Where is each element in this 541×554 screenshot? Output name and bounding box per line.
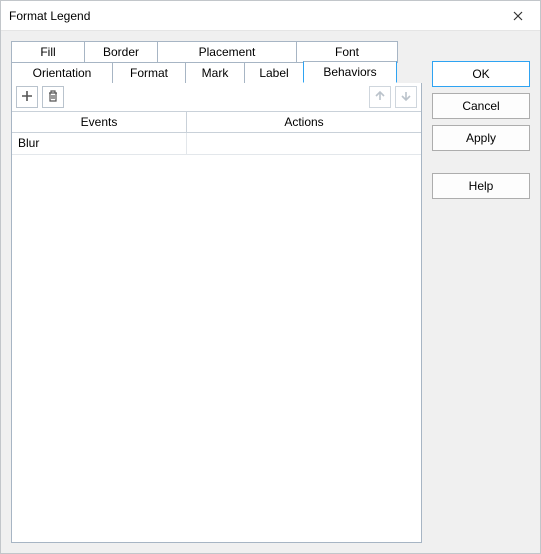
table-body: Blur [12,133,421,542]
tabs: Fill Border Placement Font Orientation F… [11,41,422,84]
close-icon [513,8,523,24]
tab-orientation[interactable]: Orientation [11,62,113,84]
tab-row-2: Orientation Format Mark Label Behaviors [11,62,422,84]
dialog-window: Format Legend Fill Border Placement Font… [0,0,541,554]
cell-event: Blur [12,133,187,154]
column-header-events[interactable]: Events [12,112,187,132]
toolbar [12,83,421,111]
button-column: OK Cancel Apply Help [432,41,530,543]
move-up-button[interactable] [369,86,391,108]
move-down-button[interactable] [395,86,417,108]
tab-panel-behaviors: Events Actions Blur [11,83,422,543]
table-header: Events Actions [12,111,421,133]
help-button[interactable]: Help [432,173,530,199]
tab-placement[interactable]: Placement [157,41,297,63]
cell-action [187,133,421,154]
close-button[interactable] [496,1,540,31]
tab-behaviors[interactable]: Behaviors [303,61,397,83]
cancel-button[interactable]: Cancel [432,93,530,119]
add-button[interactable] [16,86,38,108]
window-title: Format Legend [9,9,90,23]
tab-font[interactable]: Font [296,41,398,63]
table-row[interactable]: Blur [12,133,421,155]
tab-format[interactable]: Format [112,62,186,84]
tab-fill[interactable]: Fill [11,41,85,63]
delete-button[interactable] [42,86,64,108]
client-area: Fill Border Placement Font Orientation F… [1,31,540,553]
arrow-up-icon [373,89,387,106]
column-header-actions[interactable]: Actions [187,112,421,132]
tab-mark[interactable]: Mark [185,62,245,84]
trash-icon [46,89,60,106]
apply-button[interactable]: Apply [432,125,530,151]
tab-label[interactable]: Label [244,62,304,84]
tab-container: Fill Border Placement Font Orientation F… [11,41,422,543]
titlebar: Format Legend [1,1,540,31]
ok-button[interactable]: OK [432,61,530,87]
tab-border[interactable]: Border [84,41,158,63]
tab-row-1: Fill Border Placement Font [11,41,422,63]
arrow-down-icon [399,89,413,106]
plus-icon [20,89,34,106]
spacer [432,157,530,167]
